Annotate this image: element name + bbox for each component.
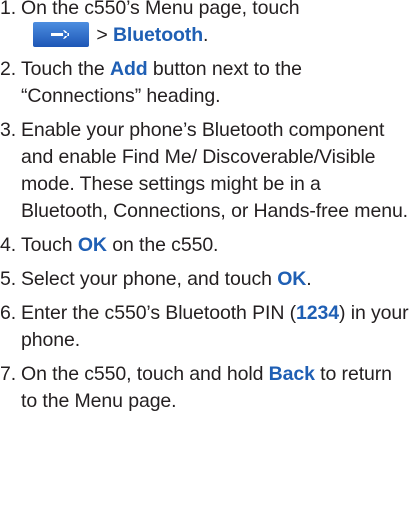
step-text: Touch: [21, 234, 78, 256]
ok-label: OK: [277, 268, 307, 290]
pin-label: 1234: [296, 302, 340, 324]
step-number: 7.: [0, 363, 17, 385]
step-1: 1. On the c550’s Menu page, touch > Blue…: [0, 0, 411, 49]
step-7: 7. On the c550, touch and hold Back to r…: [0, 361, 411, 415]
step-3: 3. Enable your phone’s Bluetooth compone…: [0, 117, 411, 225]
wrench-icon: [51, 30, 69, 39]
step-number: 6.: [0, 302, 17, 324]
back-label: Back: [268, 363, 315, 385]
step-separator: >: [96, 24, 113, 46]
step-number: 1.: [0, 0, 17, 19]
step-text: Select your phone, and touch: [21, 268, 278, 290]
step-number: 3.: [0, 119, 17, 141]
step-2: 2. Touch the Add button next to the “Con…: [0, 56, 411, 110]
step-number: 4.: [0, 234, 17, 256]
step-text: Touch the: [21, 58, 110, 80]
step-text-end: .: [306, 268, 312, 290]
instruction-steps: 1. On the c550’s Menu page, touch > Blue…: [0, 0, 411, 422]
step-number: 5.: [0, 268, 17, 290]
step-6: 6. Enter the c550’s Bluetooth PIN (1234)…: [0, 300, 411, 354]
ok-label: OK: [77, 234, 107, 256]
step-text: Enable your phone’s Bluetooth component …: [21, 119, 409, 222]
step-text: On the c550’s Menu page, touch: [21, 0, 300, 19]
add-label: Add: [109, 58, 148, 80]
step-number: 2.: [0, 58, 17, 80]
tools-button[interactable]: [33, 22, 89, 47]
step-text: On the c550, touch and hold: [21, 363, 269, 385]
bluetooth-label: Bluetooth: [112, 24, 204, 46]
step-text-end: .: [203, 24, 209, 46]
step-4: 4. Touch OK on the c550.: [0, 232, 411, 259]
step-text-end: on the c550.: [106, 234, 219, 256]
step-5: 5. Select your phone, and touch OK.: [0, 266, 411, 293]
step-text: Enter the c550’s Bluetooth PIN (: [21, 302, 297, 324]
